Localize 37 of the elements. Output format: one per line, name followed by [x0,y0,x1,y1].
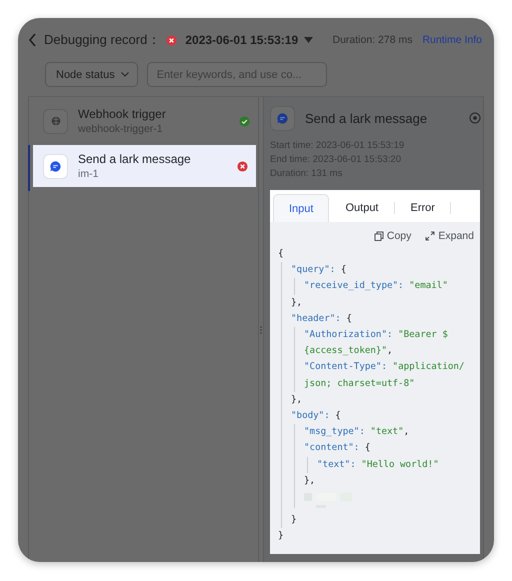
webhook-icon [43,108,68,134]
expand-button[interactable]: Expand [425,230,474,242]
tab[interactable]: Output [329,194,394,222]
code-line: }, [291,296,304,310]
node-name: Send a lark message [78,152,192,166]
code-line: "text": "Hello world!" [317,458,440,472]
code-line: json; charset=utf-8" [304,376,416,391]
code-line: "content": { [304,441,372,456]
expand-icon [425,231,436,241]
tab[interactable]: Input [273,194,330,222]
code-line: "header": { [291,312,353,326]
code-line: "msg_type": "text", [304,425,410,440]
back-icon[interactable] [28,33,38,47]
chat-bubble-icon [43,154,68,178]
copy-icon [374,231,384,241]
code-line: { [278,247,285,261]
code-line: "Authorization": "Bearer $ [304,328,449,342]
code-line: } [291,513,298,528]
code-line: }, [291,392,304,407]
code-line: }, [304,474,316,488]
chevron-down-icon [120,72,129,77]
node-name: Webhook trigger [78,107,167,121]
copy-button[interactable]: Copy [374,230,412,242]
detail-title: Send a lark message [305,110,428,126]
code-line: "body": { [291,409,342,424]
code-line: "query": { [291,263,348,278]
tab[interactable]: Error [394,194,450,222]
caret-icon[interactable] [304,37,314,43]
target-icon[interactable] [469,112,481,124]
code-line: "Content-Type": "application/ [304,360,466,374]
code-line: } [278,529,285,544]
code-line: {access_token}", [304,344,394,358]
code-line: "receive_id_type": "email" [304,279,449,294]
duration-text: Duration: 278 ms [332,34,412,46]
node-id: im-1 [78,168,100,180]
page-title: Debugging record： [44,31,160,49]
chat-bubble-icon [270,106,295,130]
